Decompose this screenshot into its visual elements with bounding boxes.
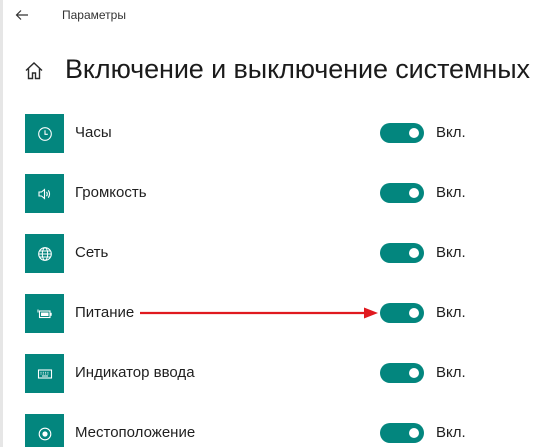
toggle-knob (409, 188, 419, 198)
toggle-state-text: Вкл. (436, 124, 466, 141)
toggle-knob (409, 308, 419, 318)
list-item-volume: Громкость Вкл. (0, 174, 538, 214)
location-icon (25, 414, 64, 447)
toggle-state-text: Вкл. (436, 184, 466, 201)
volume-icon (25, 174, 64, 213)
toggle-state-text: Вкл. (436, 364, 466, 381)
item-label: Питание (75, 304, 135, 321)
battery-icon (25, 294, 64, 333)
item-label: Часы (75, 124, 112, 141)
item-label: Индикатор ввода (75, 364, 195, 381)
keyboard-icon (25, 354, 64, 393)
volume-toggle[interactable] (380, 183, 424, 203)
annotation-arrow (140, 307, 378, 319)
clock-icon (25, 114, 64, 153)
settings-window: Параметры Включение и выключение системн… (0, 0, 538, 447)
item-label: Громкость (75, 184, 147, 201)
power-toggle[interactable] (380, 303, 424, 323)
toggle-knob (409, 368, 419, 378)
system-icons-list: Часы Вкл. Громкость Вкл. Сеть Вкл. Питан… (0, 0, 538, 447)
input-indicator-toggle[interactable] (380, 363, 424, 383)
toggle-state-text: Вкл. (436, 304, 466, 321)
toggle-knob (409, 428, 419, 438)
list-item-clock: Часы Вкл. (0, 114, 538, 154)
toggle-state-text: Вкл. (436, 424, 466, 441)
toggle-state-text: Вкл. (436, 244, 466, 261)
item-label: Сеть (75, 244, 109, 261)
clock-toggle[interactable] (380, 123, 424, 143)
toggle-knob (409, 128, 419, 138)
list-item-location: Местоположение Вкл. (0, 414, 538, 447)
network-toggle[interactable] (380, 243, 424, 263)
list-item-network: Сеть Вкл. (0, 234, 538, 274)
item-label: Местоположение (75, 424, 196, 441)
globe-icon (25, 234, 64, 273)
list-item-input-indicator: Индикатор ввода Вкл. (0, 354, 538, 394)
toggle-knob (409, 248, 419, 258)
location-toggle[interactable] (380, 423, 424, 443)
